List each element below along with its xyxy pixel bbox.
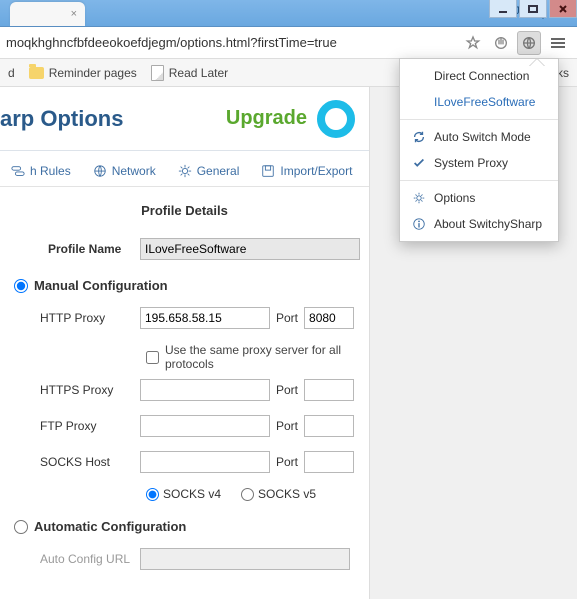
menu-label: About SwitchySharp — [434, 217, 542, 231]
switch-icon — [11, 164, 25, 178]
upgrade-link[interactable]: Upgrade — [226, 107, 307, 130]
page-title: arp Options — [0, 106, 123, 132]
port-label: Port — [276, 419, 298, 433]
same-proxy-checkbox[interactable] — [146, 351, 159, 364]
gear-icon — [412, 191, 426, 205]
minimize-button[interactable] — [489, 0, 517, 18]
ftp-proxy-port-input[interactable] — [304, 415, 354, 437]
tab-label: h Rules — [30, 164, 71, 178]
tab-rules[interactable]: h Rules — [0, 156, 82, 186]
manual-config-radio[interactable] — [14, 279, 28, 293]
browser-tab[interactable]: × — [10, 2, 85, 26]
socks-v5-option[interactable]: SOCKS v5 — [241, 487, 316, 501]
ftp-proxy-label: FTP Proxy — [0, 419, 140, 433]
blank-icon — [412, 69, 426, 83]
maximize-button[interactable] — [519, 0, 547, 18]
http-proxy-host-input[interactable] — [140, 307, 270, 329]
page-icon — [151, 65, 164, 81]
bookmark-label: Reminder pages — [49, 66, 137, 80]
bookmarks-overflow-text: d — [8, 66, 15, 80]
options-page: arp Options Upgrade h Rules Network Gene… — [0, 87, 370, 599]
menu-label: Direct Connection — [434, 69, 529, 83]
menu-profile-selected[interactable]: ILoveFreeSoftware — [400, 89, 558, 115]
profile-name-input[interactable] — [140, 238, 360, 260]
socks-host-label: SOCKS Host — [0, 455, 140, 469]
menu-separator — [400, 180, 558, 181]
tab-general[interactable]: General — [167, 156, 251, 186]
port-label: Port — [276, 383, 298, 397]
menu-auto-switch[interactable]: Auto Switch Mode — [400, 124, 558, 150]
close-window-button[interactable] — [549, 0, 577, 18]
refresh-icon — [412, 130, 426, 144]
menu-label: Auto Switch Mode — [434, 130, 531, 144]
menu-label: Options — [434, 191, 475, 205]
auto-config-radio[interactable] — [14, 520, 28, 534]
https-proxy-port-input[interactable] — [304, 379, 354, 401]
socks-v5-radio[interactable] — [241, 488, 254, 501]
ring-icon — [317, 100, 355, 138]
close-tab-icon[interactable]: × — [71, 8, 77, 20]
url-input[interactable]: moqkhghncfbfdeeokoefdjegm/options.html?f… — [6, 31, 457, 55]
menu-icon[interactable] — [545, 31, 571, 55]
https-proxy-label: HTTPS Proxy — [0, 383, 140, 397]
same-proxy-label: Use the same proxy server for all protoc… — [165, 343, 355, 371]
socks-v4-radio[interactable] — [146, 488, 159, 501]
bookmark-folder[interactable]: Reminder pages — [29, 66, 137, 80]
bookmark-label: Read Later — [169, 66, 228, 80]
port-label: Port — [276, 455, 298, 469]
menu-system-proxy[interactable]: System Proxy — [400, 150, 558, 176]
auto-url-label: Auto Config URL — [0, 552, 140, 566]
tab-label: General — [197, 164, 240, 178]
https-proxy-host-input[interactable] — [140, 379, 270, 401]
menu-separator — [400, 119, 558, 120]
socks-port-input[interactable] — [304, 451, 354, 473]
menu-label: System Proxy — [434, 156, 508, 170]
bookmark-item[interactable]: Read Later — [151, 65, 228, 81]
port-label: Port — [276, 311, 298, 325]
menu-about[interactable]: About SwitchySharp — [400, 211, 558, 237]
tab-label: Network — [112, 164, 156, 178]
bookmark-star-icon[interactable] — [461, 31, 485, 55]
profile-details-heading: Profile Details — [0, 203, 369, 218]
options-tabs: h Rules Network General Import/Export — [0, 151, 369, 187]
gear-icon — [178, 164, 192, 178]
save-icon — [261, 164, 275, 178]
http-proxy-label: HTTP Proxy — [0, 311, 140, 325]
socks-v4-option[interactable]: SOCKS v4 — [146, 487, 221, 501]
menu-label: ILoveFreeSoftware — [434, 95, 535, 109]
extension-popup: Direct Connection ILoveFreeSoftware Auto… — [399, 58, 559, 242]
info-icon — [412, 217, 426, 231]
blank-icon — [412, 95, 426, 109]
profile-name-label: Profile Name — [0, 242, 140, 256]
socks-host-input[interactable] — [140, 451, 270, 473]
ftp-proxy-host-input[interactable] — [140, 415, 270, 437]
block-icon[interactable] — [489, 31, 513, 55]
auto-url-input[interactable] — [140, 548, 350, 570]
menu-options[interactable]: Options — [400, 185, 558, 211]
address-bar: moqkhghncfbfdeeokoefdjegm/options.html?f… — [0, 27, 577, 59]
tab-label: Import/Export — [280, 164, 352, 178]
tab-import-export[interactable]: Import/Export — [250, 156, 363, 186]
network-icon — [93, 164, 107, 178]
auto-config-label: Automatic Configuration — [34, 519, 186, 534]
tab-network[interactable]: Network — [82, 156, 167, 186]
http-proxy-port-input[interactable] — [304, 307, 354, 329]
manual-config-label: Manual Configuration — [34, 278, 168, 293]
check-icon — [412, 156, 426, 170]
folder-icon — [29, 67, 44, 79]
